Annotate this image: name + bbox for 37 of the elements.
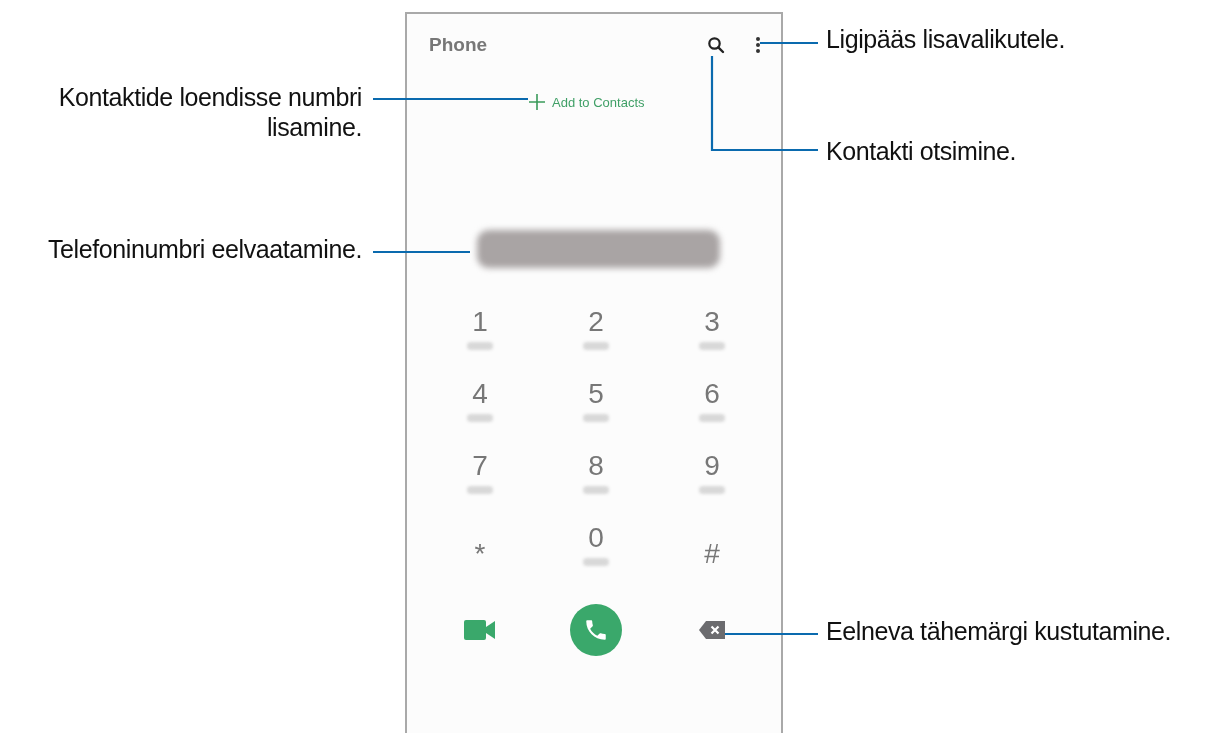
keypad-key[interactable]: 0	[588, 522, 604, 554]
callout-text: Kontakti otsimine.	[826, 136, 1017, 166]
keypad-key[interactable]: 4	[472, 378, 488, 410]
keypad-key[interactable]: 1	[472, 306, 488, 338]
keypad-key[interactable]: 5	[588, 378, 604, 410]
blurred-key-letters	[699, 342, 725, 350]
keypad-key[interactable]: 7	[472, 450, 488, 482]
callout-text: Kontaktide loendisse numbri lisamine.	[57, 82, 362, 142]
blurred-key-letters	[583, 558, 609, 566]
add-to-contacts-link[interactable]: Add to Contacts	[552, 94, 645, 110]
plus-icon[interactable]	[528, 93, 546, 111]
blurred-key-letters	[699, 414, 725, 422]
more-options-icon[interactable]	[755, 36, 761, 54]
blurred-key-letters	[467, 342, 493, 350]
keypad-key[interactable]: #	[704, 538, 720, 570]
callout-text: Eelneva tähemärgi kustutamine.	[826, 616, 1172, 646]
leader-line	[760, 41, 818, 45]
backspace-icon[interactable]	[699, 621, 725, 639]
keypad-key[interactable]: 8	[588, 450, 604, 482]
callout-text: Telefoninumbri eelvaatamine.	[48, 234, 362, 264]
keypad-key[interactable]: 2	[588, 306, 604, 338]
keypad-key[interactable]: 6	[704, 378, 720, 410]
blurred-key-letters	[467, 486, 493, 494]
blurred-key-letters	[583, 414, 609, 422]
keypad-key[interactable]: 3	[704, 306, 720, 338]
blurred-key-letters	[583, 486, 609, 494]
call-button[interactable]	[570, 604, 622, 656]
phone-icon	[583, 617, 609, 643]
keypad-key[interactable]: *	[474, 538, 486, 570]
keypad-key[interactable]: 9	[704, 450, 720, 482]
app-title: Phone	[429, 34, 488, 56]
blurred-key-letters	[699, 486, 725, 494]
blurred-key-letters	[467, 414, 493, 422]
search-icon[interactable]	[707, 36, 725, 54]
callout-text: Ligipääs lisavalikutele.	[826, 24, 1066, 54]
blurred-key-letters	[583, 342, 609, 350]
video-call-icon[interactable]	[464, 619, 496, 641]
